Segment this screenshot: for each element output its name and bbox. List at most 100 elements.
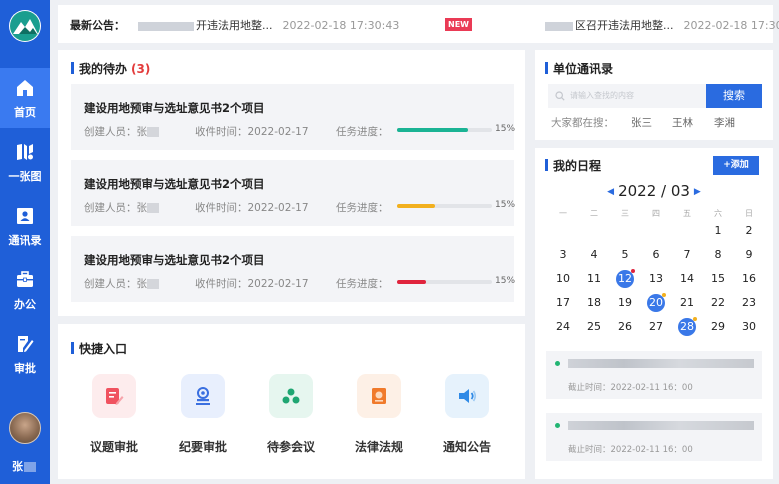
sidebar-item-office[interactable]: 办公 [0, 260, 50, 320]
home-icon [17, 80, 33, 96]
event-deadline: 截止时间：2022-02-11 16：00 [568, 445, 693, 455]
quick-item-label: 待参会议 [266, 440, 315, 454]
weekday-label: 一 [559, 209, 567, 218]
notice-title: 区召开违法用地整... [575, 19, 674, 32]
prev-month-icon[interactable]: ◀ [607, 187, 614, 197]
creator-redacted [147, 203, 159, 213]
quick-item-announcement[interactable]: 通知公告 [427, 374, 507, 455]
calendar-day[interactable]: 5 [610, 246, 640, 264]
contacts-title: 单位通讯录 [545, 60, 613, 77]
calendar-day[interactable]: 8 [703, 246, 733, 264]
task-title: 建设用地预审与选址意见书2个项目 [84, 177, 265, 191]
calendar-day[interactable]: 29 [703, 318, 733, 336]
hot-search-name[interactable]: 张三 [631, 115, 652, 130]
event-card[interactable]: 截止时间：2022-02-11 16：00 [546, 413, 762, 461]
weekday-label: 三 [621, 209, 629, 218]
progress-percent: 15% [495, 276, 516, 286]
calendar-day[interactable]: 30 [734, 318, 764, 336]
calendar-day[interactable]: 27 [641, 318, 671, 336]
todo-title: 我的待办 (3) [71, 60, 150, 77]
calendar-day[interactable]: 25 [579, 318, 609, 336]
avatar[interactable] [9, 412, 41, 444]
new-badge: NEW [445, 18, 472, 31]
meeting-icon [282, 388, 300, 404]
sidebar-item-home[interactable]: 首页 [0, 68, 50, 128]
task-card[interactable]: 建设用地预审与选址意见书2个项目 创建人员：张 收件时间：2022-02-17 … [71, 84, 515, 150]
task-creator: 创建人员：张 [84, 200, 159, 215]
calendar-day[interactable]: 24 [548, 318, 578, 336]
sidebar-item-map[interactable]: 一张图 [0, 132, 50, 192]
sidebar-item-label: 办公 [14, 298, 36, 311]
weekday-label: 日 [745, 209, 753, 218]
quick-item-label: 法律法规 [354, 440, 403, 454]
event-status-dot [555, 361, 560, 366]
calendar-day[interactable]: 28 [672, 318, 702, 336]
schedule-panel: 我的日程 +添加 ◀ 2022 / 03 ▶ 一二三四五六日 1 2 3 4 5 6 7 8 9 10 1… [535, 148, 773, 479]
quick-entry-title: 快捷入口 [71, 340, 127, 357]
quick-icon-bg [92, 374, 136, 418]
progress-bar [397, 128, 492, 132]
search-placeholder: 请输入查找的内容 [570, 91, 634, 100]
hot-search-name[interactable]: 李湘 [714, 115, 735, 130]
hot-search-label: 大家都在搜： [551, 117, 614, 129]
mountain-logo-icon [10, 11, 40, 41]
calendar-day[interactable]: 13 [641, 270, 671, 288]
notice-label: 最新公告： [70, 19, 125, 32]
task-creator: 创建人员：张 [84, 124, 159, 139]
task-creator: 创建人员：张 [84, 276, 159, 291]
progress-fill [397, 128, 469, 132]
quick-icon-bg [269, 374, 313, 418]
quick-item-meeting[interactable]: 待参会议 [251, 374, 331, 455]
user-name-redacted [24, 462, 36, 472]
search-icon [555, 91, 565, 101]
quick-item-minutes-approval[interactable]: 纪要审批 [163, 374, 243, 455]
calendar-day[interactable]: 23 [734, 294, 764, 312]
progress-fill [397, 280, 426, 284]
calendar-day[interactable]: 14 [672, 270, 702, 288]
next-month-icon[interactable]: ▶ [694, 187, 701, 197]
calendar-day[interactable]: 21 [672, 294, 702, 312]
event-title-redacted [568, 421, 754, 430]
calendar-day[interactable]: 1 [703, 222, 733, 240]
calendar-day[interactable]: 4 [579, 246, 609, 264]
task-card[interactable]: 建设用地预审与选址意见书2个项目 创建人员：张 收件时间：2022-02-17 … [71, 236, 516, 302]
law-icon [372, 388, 386, 404]
notice-item[interactable]: 开违法用地整... 2022-02-18 17:30:43 [138, 17, 399, 33]
calendar-day[interactable]: 17 [548, 294, 578, 312]
hot-search-name[interactable]: 王林 [672, 115, 693, 130]
weekday-label: 五 [683, 209, 691, 218]
quick-item-topic-approval[interactable]: 议题审批 [74, 374, 154, 455]
notice-title-redacted [545, 21, 573, 31]
sidebar-item-label: 审批 [14, 362, 36, 375]
calendar-day[interactable]: 19 [610, 294, 640, 312]
calendar-day[interactable]: 15 [703, 270, 733, 288]
contacts-icon [17, 208, 33, 224]
search-input[interactable]: 请输入查找的内容 [548, 84, 706, 108]
calendar-day[interactable]: 10 [548, 270, 578, 288]
calendar-day[interactable]: 3 [548, 246, 578, 264]
minutes-approval-icon [196, 387, 210, 405]
search-button[interactable]: 搜索 [706, 84, 762, 108]
user-name[interactable]: 张 [12, 458, 36, 474]
calendar-day[interactable]: 9 [734, 246, 764, 264]
task-received-time: 收件时间：2022-02-17 [195, 126, 309, 138]
sidebar-item-contacts[interactable]: 通讯录 [0, 196, 50, 256]
add-schedule-button[interactable]: +添加 [713, 156, 759, 175]
calendar-day[interactable]: 11 [579, 270, 609, 288]
calendar-day[interactable]: 12 [610, 270, 640, 288]
event-card[interactable]: 截止时间：2022-02-11 16：00 [546, 351, 762, 399]
calendar-day[interactable]: 2 [734, 222, 764, 240]
quick-item-law[interactable]: 法律法规 [339, 374, 419, 455]
announcement-icon [459, 389, 477, 403]
task-progress-label: 任务进度： [336, 126, 389, 138]
calendar-day[interactable]: 6 [641, 246, 671, 264]
calendar-day[interactable]: 7 [672, 246, 702, 264]
task-card[interactable]: 建设用地预审与选址意见书2个项目 创建人员：张 收件时间：2022-02-17 … [71, 160, 515, 226]
notice-item[interactable]: 区召开违法用地整... 2022-02-18 17:30:43 [545, 17, 779, 33]
calendar-day[interactable]: 18 [579, 294, 609, 312]
calendar-day[interactable]: 16 [734, 270, 764, 288]
sidebar-item-approval[interactable]: 审批 [0, 324, 50, 384]
calendar-day[interactable]: 26 [610, 318, 640, 336]
calendar-day[interactable]: 22 [703, 294, 733, 312]
calendar-day[interactable]: 20 [641, 294, 671, 312]
